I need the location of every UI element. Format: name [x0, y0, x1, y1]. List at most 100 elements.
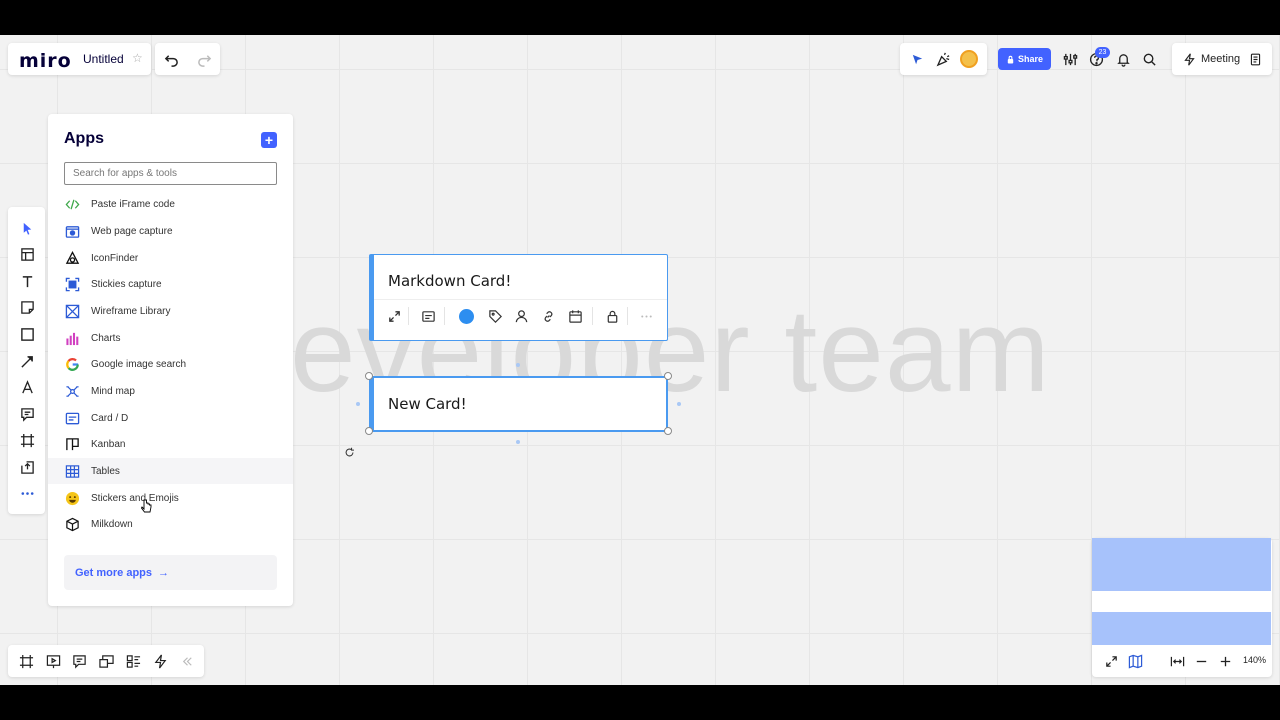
link-icon[interactable] [539, 308, 557, 324]
app-item-stickers-emojis[interactable]: Stickers and Emojis [48, 485, 293, 511]
notifications-badge: 23 [1095, 47, 1110, 58]
app-item-label: Mind map [91, 385, 135, 397]
get-more-apps-label: Get more apps [75, 566, 153, 579]
more-tools-icon[interactable] [18, 484, 36, 502]
app-item-web-page-capture[interactable]: Web page capture [48, 218, 293, 244]
shape-tool-icon[interactable] [18, 325, 36, 343]
activity-icon[interactable] [151, 653, 169, 669]
board-list-icon[interactable] [124, 653, 142, 669]
text-tool-icon[interactable] [18, 272, 36, 290]
code-icon [64, 196, 80, 212]
upload-tool-icon[interactable] [18, 458, 36, 476]
add-app-button[interactable]: + [261, 132, 277, 148]
app-item-wireframe-library[interactable]: Wireframe Library [48, 298, 293, 324]
undo-icon[interactable] [161, 51, 181, 67]
fullscreen-icon[interactable] [1102, 653, 1120, 669]
zoom-in-icon[interactable] [1216, 653, 1234, 669]
screen-share-icon[interactable] [97, 653, 115, 669]
meeting-label: Meeting [1201, 53, 1241, 65]
comments-icon[interactable] [70, 653, 88, 669]
apps-search-input[interactable] [64, 162, 277, 185]
app-item-charts[interactable]: Charts [48, 325, 293, 351]
minimap[interactable] [1092, 538, 1271, 648]
star-icon[interactable]: ☆ [132, 51, 143, 65]
chart-icon [64, 330, 80, 346]
avatar[interactable] [960, 50, 978, 68]
mindmap-icon [64, 383, 80, 399]
cursor-follow-icon[interactable] [908, 51, 926, 67]
resize-handle[interactable] [365, 372, 373, 380]
apps-panel-title: Apps [64, 130, 104, 147]
sticky-note-icon[interactable] [18, 298, 36, 316]
more-icon[interactable] [637, 308, 655, 324]
app-item-label: Wireframe Library [91, 305, 171, 317]
tag-icon[interactable] [486, 308, 504, 324]
wireframe-icon [64, 303, 80, 319]
app-item-mind-map[interactable]: Mind map [48, 378, 293, 404]
pen-tool-icon[interactable] [18, 378, 36, 396]
arrow-right-icon: → [158, 566, 170, 579]
connector-tool-icon[interactable] [18, 352, 36, 370]
search-icon[interactable] [1140, 50, 1158, 68]
celebrate-icon[interactable] [934, 51, 952, 67]
assignee-icon[interactable] [512, 308, 530, 324]
color-icon[interactable] [459, 309, 474, 324]
card-title: New Card! [388, 395, 467, 413]
board-canvas[interactable]: eveloper team miro Untitled ☆ Share 23 M… [0, 35, 1280, 685]
meeting-bar[interactable]: Meeting [1172, 43, 1272, 75]
settings-sliders-icon[interactable] [1061, 50, 1079, 68]
share-label: Share [1017, 54, 1043, 64]
iconfinder-icon [64, 250, 80, 266]
app-item-iconfinder[interactable]: IconFinder [48, 245, 293, 271]
expand-icon[interactable] [385, 308, 403, 324]
templates-icon[interactable] [18, 245, 36, 263]
left-tools-toolbar [8, 207, 45, 514]
app-item-label: Tables [91, 465, 120, 477]
resize-handle[interactable] [365, 427, 373, 435]
share-button[interactable]: Share [998, 48, 1051, 70]
connection-point[interactable] [516, 440, 520, 444]
rotate-icon[interactable] [342, 445, 356, 459]
notes-icon[interactable] [1249, 53, 1262, 66]
toolbar-divider [627, 307, 628, 325]
toolbar-divider [444, 307, 445, 325]
app-item-paste-iframe[interactable]: Paste iFrame code [48, 191, 293, 217]
comment-tool-icon[interactable] [18, 405, 36, 423]
markdown-card[interactable]: Markdown Card! [369, 254, 668, 341]
app-item-milkdown[interactable]: Milkdown [48, 511, 293, 537]
collapse-chevrons-icon[interactable] [178, 653, 196, 669]
connection-point[interactable] [516, 363, 520, 367]
bell-icon[interactable] [1114, 50, 1132, 68]
cube-icon [64, 516, 80, 532]
app-item-kanban[interactable]: Kanban [48, 431, 293, 457]
app-item-label: Web page capture [91, 225, 173, 237]
app-item-stickies-capture[interactable]: Stickies capture [48, 271, 293, 297]
app-item-label: Charts [91, 332, 121, 344]
connection-point[interactable] [356, 402, 360, 406]
lock-icon[interactable] [603, 308, 621, 324]
app-item-google-image-search[interactable]: Google image search [48, 351, 293, 377]
resize-handle[interactable] [664, 372, 672, 380]
select-tool-icon[interactable] [18, 219, 36, 237]
new-card[interactable]: New Card! [369, 376, 668, 432]
minimap-frame [1092, 538, 1271, 591]
zoom-out-icon[interactable] [1192, 653, 1210, 669]
app-item-card-d[interactable]: Card / D [48, 405, 293, 431]
zoom-level[interactable]: 140% [1243, 655, 1266, 665]
get-more-apps-button[interactable]: Get more apps → [64, 555, 277, 590]
presentation-icon[interactable] [44, 653, 62, 669]
minimap-frame [1092, 612, 1271, 645]
map-icon[interactable] [1126, 653, 1144, 669]
frames-icon[interactable] [17, 653, 35, 669]
resize-handle[interactable] [664, 427, 672, 435]
frame-tool-icon[interactable] [18, 431, 36, 449]
calendar-icon[interactable] [566, 308, 584, 324]
board-title[interactable]: Untitled [83, 52, 124, 66]
redo-icon[interactable] [194, 51, 214, 67]
card-toolbar [374, 299, 667, 332]
card-icon[interactable] [419, 308, 437, 324]
fit-width-icon[interactable] [1168, 653, 1186, 669]
app-item-tables[interactable]: Tables [48, 458, 293, 484]
connection-point[interactable] [677, 402, 681, 406]
card-title: Markdown Card! [388, 272, 512, 290]
